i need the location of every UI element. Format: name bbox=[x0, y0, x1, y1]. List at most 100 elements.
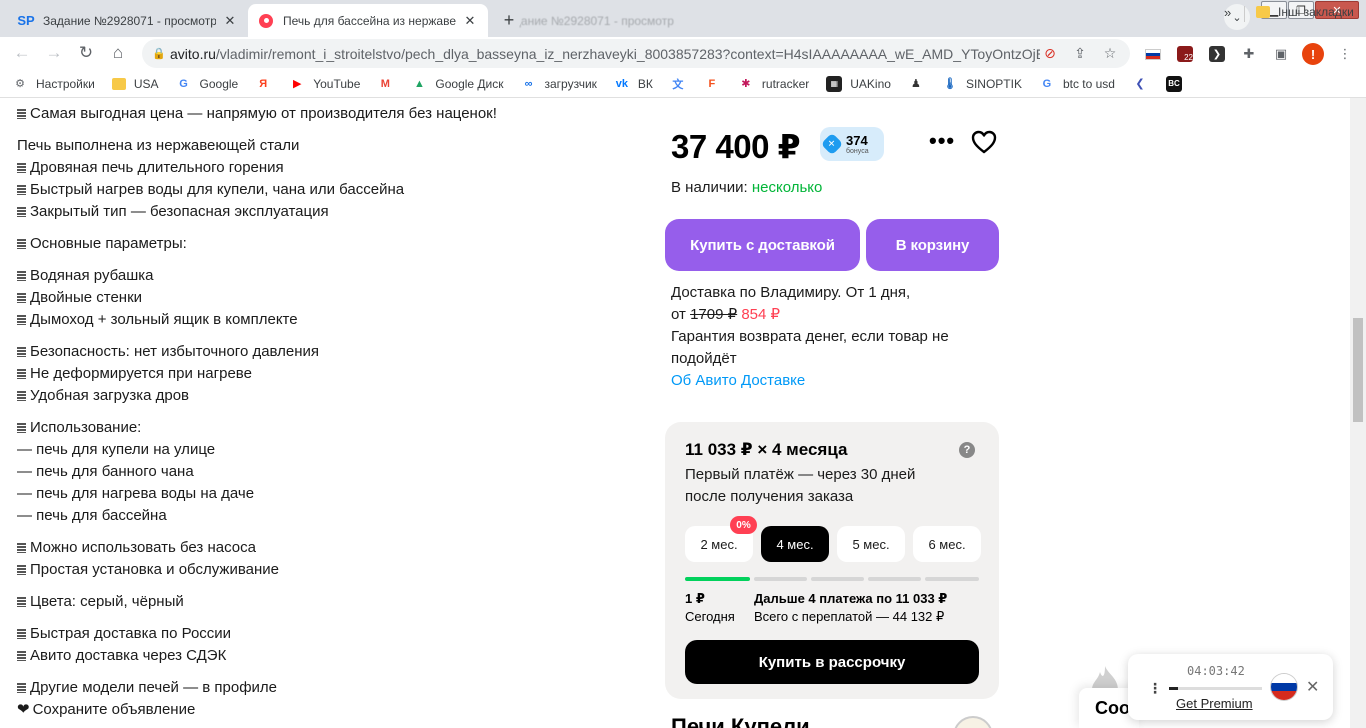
scroll-thumb[interactable] bbox=[1353, 318, 1363, 422]
delivery-line: Доставка по Владимиру. От 1 дня, bbox=[671, 284, 911, 301]
month-option[interactable]: 6 мес. bbox=[913, 526, 981, 562]
ru-flag-icon[interactable] bbox=[1271, 674, 1297, 700]
delivery-new-price: 854 ₽ bbox=[741, 306, 781, 323]
bookmark-item[interactable]: ⚙ Настройки bbox=[12, 76, 95, 92]
recorder-widget: 04:03:42 ⋮ Get Premium ✕ bbox=[1128, 654, 1333, 720]
description-line: Безопасность: нет избыточного давления bbox=[17, 341, 637, 363]
bookmark-item[interactable]: Я bbox=[255, 76, 279, 92]
list-bullet-icon bbox=[17, 207, 26, 217]
seller-avatar[interactable] bbox=[953, 716, 993, 728]
page-content: Самая выгодная цена — напрямую от произв… bbox=[0, 98, 1350, 728]
forward-arrow-icon[interactable]: → bbox=[42, 41, 66, 65]
description-line: Цвета: серый, чёрный bbox=[17, 591, 637, 613]
seller-name[interactable]: Печи Купели bbox=[671, 714, 810, 728]
new-tab-plus-icon[interactable]: + bbox=[497, 8, 521, 32]
bookmark-label: Google Диск bbox=[435, 76, 504, 91]
month-option[interactable]: 5 мес. bbox=[837, 526, 905, 562]
address-bar[interactable]: 🔒 avito.ru/vladimir/remont_i_stroitelstv… bbox=[142, 39, 1130, 68]
puzzle-icon[interactable]: ✚ bbox=[1236, 41, 1262, 67]
close-tab-icon[interactable]: ✕ bbox=[462, 13, 478, 29]
blocked-icon[interactable]: ⊘ bbox=[1040, 44, 1060, 64]
bookmark-item[interactable]: ▶ YouTube bbox=[289, 76, 360, 92]
add-to-cart-button[interactable]: В корзину bbox=[866, 219, 999, 271]
bonus-badge[interactable]: ✕ 374 бонуса bbox=[820, 127, 884, 161]
bookmarks-overflow-icon[interactable]: » bbox=[1224, 5, 1231, 20]
arrow-icon: ❮ bbox=[1135, 78, 1145, 90]
get-premium-link[interactable]: Get Premium bbox=[1176, 696, 1253, 711]
delivery-old-price: 1709 ₽ bbox=[690, 306, 738, 323]
star-icon[interactable]: ☆ bbox=[1100, 44, 1120, 64]
scrollbar[interactable] bbox=[1350, 98, 1366, 728]
bookmark-item[interactable]: ❮ bbox=[1132, 76, 1156, 92]
menu-dots-icon[interactable]: ⋮ bbox=[1148, 680, 1162, 697]
description-line: Быстрая доставка по России bbox=[17, 623, 637, 645]
bookmark-label: USA bbox=[133, 76, 159, 91]
buy-installment-button[interactable]: Купить в рассрочку bbox=[685, 640, 979, 684]
description-line: ❤ Сохраните объявление bbox=[17, 701, 196, 718]
lock-icon[interactable]: 🔒 bbox=[152, 47, 170, 60]
bc-icon: BC bbox=[1165, 75, 1182, 92]
gmail-icon: M bbox=[380, 77, 390, 90]
bookmark-item[interactable]: Gbtc to usd bbox=[1039, 76, 1115, 92]
tab-avito[interactable]: Печь для бассейна из нержавейки ✕ bbox=[248, 4, 488, 37]
list-bullet-icon bbox=[17, 391, 26, 401]
buy-with-delivery-button[interactable]: Купить с доставкой bbox=[665, 219, 860, 271]
browser-toolbar: ← → ↻ ⌂ 🔒 avito.ru/vladimir/remont_i_str… bbox=[0, 37, 1366, 70]
help-question-icon[interactable]: ? bbox=[959, 442, 975, 458]
extension-arrow-icon[interactable]: ❯ bbox=[1204, 41, 1230, 67]
back-arrow-icon[interactable]: ← bbox=[10, 41, 34, 65]
bookmark-item[interactable]: F bbox=[704, 76, 728, 92]
menu-dots-icon[interactable]: ⋮ bbox=[1332, 41, 1358, 67]
progress-segment bbox=[811, 577, 864, 581]
share-icon[interactable]: ⇪ bbox=[1070, 44, 1090, 64]
progress-segment bbox=[868, 577, 921, 581]
profile-avatar[interactable]: ! bbox=[1300, 41, 1326, 67]
description-line: — печь для бассейна bbox=[17, 507, 167, 524]
installment-card: 11 033 ₽ × 4 месяца ? Первый платёж — че… bbox=[665, 422, 999, 699]
sidepanel-icon[interactable]: ▣ bbox=[1268, 41, 1294, 67]
about-delivery-link[interactable]: Об Авито Доставке bbox=[671, 372, 805, 389]
bookmark-item[interactable]: 🌡 SINOPTIK bbox=[942, 76, 1022, 92]
close-icon[interactable]: ✕ bbox=[1306, 677, 1319, 697]
bookmark-item[interactable]: BC bbox=[1165, 75, 1190, 92]
first-payment: 1 ₽ Сегодня bbox=[685, 591, 735, 624]
list-bullet-icon bbox=[17, 315, 26, 325]
bookmark-item[interactable]: 文 bbox=[670, 76, 694, 92]
other-bookmarks[interactable]: Інші закладки bbox=[1256, 5, 1354, 19]
description-line: Закрытый тип — безопасная эксплуатация bbox=[17, 201, 637, 223]
bookmark-label: SINOPTIK bbox=[965, 76, 1022, 91]
bookmark-item[interactable]: ♟ bbox=[908, 76, 932, 92]
figure-icon: ♟ bbox=[911, 78, 921, 90]
description-line: Другие модели печей — в профиле bbox=[17, 677, 637, 699]
bookmark-item[interactable]: USA bbox=[111, 76, 159, 91]
google-icon: G bbox=[1042, 77, 1052, 90]
bonus-value: 374 bbox=[846, 132, 868, 148]
bookmark-item[interactable]: vk ВК bbox=[614, 76, 653, 92]
description-line: Самая выгодная цена — напрямую от произв… bbox=[17, 103, 637, 125]
bookmark-item[interactable]: ▦ UAKino bbox=[826, 75, 891, 92]
tab-task[interactable]: SP Задание №2928071 - просмотр ✕ bbox=[8, 4, 248, 37]
delivery-info: Доставка по Владимиру. От 1 дня, от 1709… bbox=[671, 282, 971, 392]
ru-flag-icon[interactable] bbox=[1140, 41, 1166, 67]
yandex-icon: Я bbox=[259, 77, 268, 90]
favorite-heart-icon[interactable] bbox=[971, 130, 997, 154]
bookmark-label: YouTube bbox=[313, 76, 361, 91]
list-bullet-icon bbox=[17, 109, 26, 119]
bookmark-item[interactable]: G Google bbox=[176, 76, 238, 92]
home-icon[interactable]: ⌂ bbox=[106, 41, 130, 65]
bookmark-item[interactable]: ∞ загрузчик bbox=[521, 76, 597, 92]
extension-badge-icon[interactable]: 22 bbox=[1172, 41, 1198, 67]
bookmark-item[interactable]: M bbox=[377, 76, 401, 92]
more-options-icon[interactable]: ••• bbox=[929, 128, 955, 154]
url-text[interactable]: avito.ru/vladimir/remont_i_stroitelstvo/… bbox=[170, 46, 1040, 62]
list-bullet-icon bbox=[17, 369, 26, 379]
bookmark-item[interactable]: ✱ rutracker bbox=[738, 76, 809, 92]
month-option[interactable]: 4 мес. bbox=[761, 526, 829, 562]
reload-icon[interactable]: ↻ bbox=[74, 41, 98, 65]
description-line: — печь для купели на улице bbox=[17, 441, 216, 458]
close-tab-icon[interactable]: ✕ bbox=[222, 13, 238, 29]
f-icon: F bbox=[708, 77, 716, 90]
bookmark-item[interactable]: ▲ Google Диск bbox=[411, 76, 504, 92]
